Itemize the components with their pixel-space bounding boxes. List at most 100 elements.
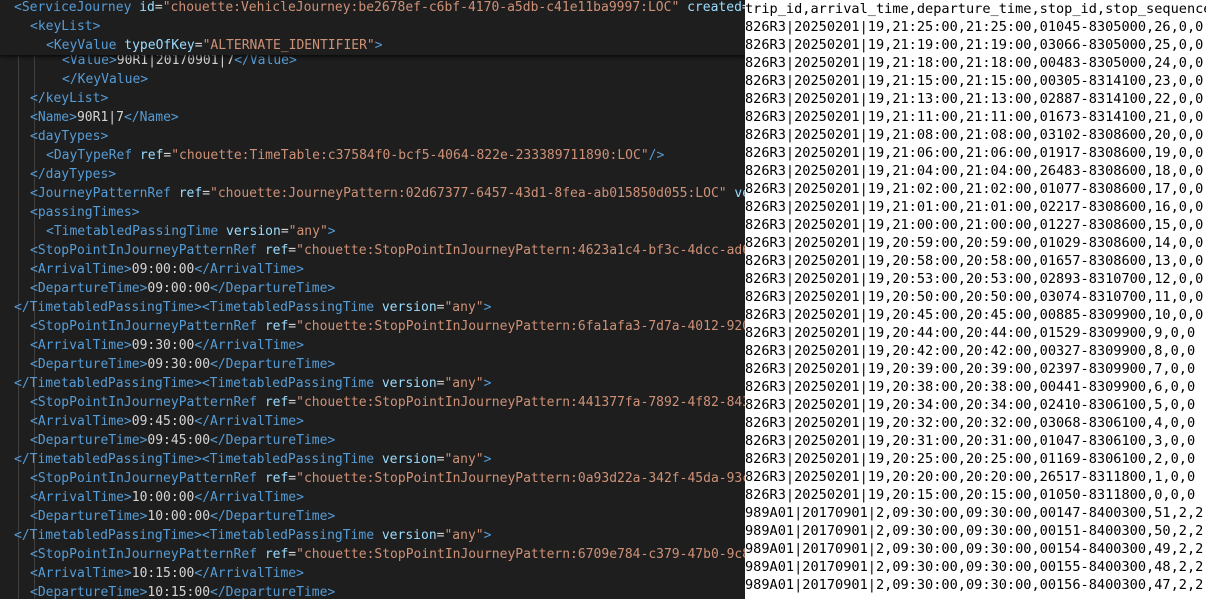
xml-token-attr: ref [264,547,289,562]
xml-token-tag: <ArrivalTime> [30,262,132,277]
csv-data-line: 826R3|20250201|19,21:08:00,21:08:00,0310… [745,127,1204,143]
xml-token-tag: </DepartureTime> [210,281,336,296]
csv-data-line: 826R3|20250201|19,20:32:00,20:32:00,0306… [745,415,1196,431]
xml-code-line: <DepartureTime>09:00:00</DepartureTime> [30,279,335,298]
xml-token-txt [374,300,382,315]
xml-token-txt: = [154,0,163,15]
xml-code-line: <Name>90R1|7</Name> [30,108,179,127]
xml-token-attr: id [139,0,155,15]
xml-token-attr: version [381,452,437,467]
xml-token-tag: <StopPointInJourneyPatternRef [30,395,257,410]
xml-token-tag: <ServiceJourney [14,0,132,15]
xml-token-txt: 90R1|7 [76,110,124,125]
xml-token-val: "any" [288,224,328,239]
xml-token-txt [374,452,382,467]
xml-token-tag: </ArrivalTime> [194,338,304,353]
csv-data-line: 826R3|20250201|19,21:04:00,21:04:00,2648… [745,163,1204,179]
xml-token-tag: </ArrivalTime> [194,262,304,277]
xml-token-val: "chouette:StopPointInJourneyPattern:6709… [296,547,745,562]
xml-token-tag: </KeyValue> [62,72,149,87]
csv-data-line: 826R3|20250201|19,21:02:00,21:02:00,0107… [745,181,1204,197]
xml-token-attr: version [381,528,437,543]
sticky-scroll-header[interactable]: <ServiceJourney id="chouette:VehicleJour… [0,0,745,55]
xml-token-tag: <StopPointInJourneyPatternRef [30,243,257,258]
xml-token-val: "chouette:StopPointInJourneyPattern:0a93… [296,471,745,486]
xml-token-val: "any" [444,300,484,315]
xml-code-line: </TimetabledPassingTime><TimetabledPassi… [14,450,491,469]
xml-token-val: "any" [444,452,484,467]
csv-text-pane[interactable]: trip_id,arrival_time,departure_time,stop… [745,0,1206,599]
csv-data-line: 826R3|20250201|19,20:15:00,20:15:00,0105… [745,487,1196,503]
xml-token-val: "any" [444,528,484,543]
csv-data-line: 826R3|20250201|19,21:25:00,21:25:00,0104… [745,19,1204,35]
sticky-header-line: <KeyValue typeOfKey="ALTERNATE_IDENTIFIE… [46,36,383,55]
xml-token-tag: </DepartureTime> [210,509,336,524]
csv-data-line: 826R3|20250201|19,20:31:00,20:31:00,0104… [745,433,1196,449]
xml-code-line: <DayTypeRef ref="chouette:TimeTable:c375… [46,146,664,165]
csv-data-line: 826R3|20250201|19,20:44:00,20:44:00,0152… [745,325,1196,341]
xml-token-tag: </ArrivalTime> [194,490,304,505]
xml-token-attr: typeOfKey [124,38,195,53]
xml-token-tag: <StopPointInJourneyPatternRef [30,471,257,486]
xml-token-txt [257,395,265,410]
xml-editor-pane[interactable]: <Value>90R1|20170901|7</Value> </KeyValue… [0,0,745,599]
xml-token-tag: <JourneyPatternRef [30,186,171,201]
csv-data-line: 826R3|20250201|19,20:45:00,20:45:00,0088… [745,307,1204,323]
csv-data-line: 826R3|20250201|19,20:20:00,20:20:00,2651… [745,469,1196,485]
xml-token-tag: <DepartureTime> [30,357,148,372]
xml-token-txt [218,224,226,239]
xml-code-line: <TimetabledPassingTime version="any"> [46,222,336,241]
csv-data-line: 826R3|20250201|19,21:11:00,21:11:00,0167… [745,109,1204,125]
xml-token-txt [374,376,382,391]
xml-token-val: "any" [444,376,484,391]
xml-token-txt: 09:45:00 [147,433,211,448]
xml-token-tag: </TimetabledPassingTime><TimetabledPassi… [14,376,375,391]
xml-token-tag: <StopPointInJourneyPatternRef [30,319,257,334]
xml-token-tag: </Name> [123,110,179,125]
xml-token-txt: = [288,471,297,486]
xml-code-line: <dayTypes> [30,127,108,146]
xml-code-line: </KeyValue> [62,70,148,89]
xml-token-txt [257,547,265,562]
xml-token-txt: 90R1|20170901|7 [116,53,235,68]
xml-code-line: <DepartureTime>09:30:00</DepartureTime> [30,355,335,374]
xml-token-tag: </Value> [234,53,297,68]
xml-token-tag: </DepartureTime> [210,433,336,448]
xml-token-tag: </ArrivalTime> [194,566,304,581]
xml-token-tag: </ArrivalTime> [194,414,304,429]
sticky-header-line: <ServiceJourney id="chouette:VehicleJour… [14,0,745,17]
xml-code-line: <ArrivalTime>09:30:00</ArrivalTime> [30,336,304,355]
xml-code-line: <JourneyPatternRef ref="chouette:Journey… [30,184,745,203]
csv-data-line: 826R3|20250201|19,20:38:00,20:38:00,0044… [745,379,1196,395]
xml-token-txt [171,186,179,201]
xml-token-attr: ref [264,319,289,334]
xml-token-tag: <KeyValue [46,38,117,53]
xml-token-tag: <TimetabledPassingTime [46,224,219,239]
xml-code-line: <StopPointInJourneyPatternRef ref="choue… [30,317,745,336]
xml-token-tag: <StopPointInJourneyPatternRef [30,547,257,562]
xml-token-tag: </TimetabledPassingTime><TimetabledPassi… [14,528,375,543]
xml-token-tag: </TimetabledPassingTime><TimetabledPassi… [14,452,375,467]
xml-token-tag: </DepartureTime> [210,357,336,372]
xml-token-txt [679,0,687,15]
xml-code-line: <passingTimes> [30,203,140,222]
csv-data-line: 826R3|20250201|19,21:13:00,21:13:00,0288… [745,91,1204,107]
xml-token-val: "chouette:StopPointInJourneyPattern:4623… [296,243,745,258]
xml-token-val: "chouette:JourneyPattern:02d67377-6457-4… [210,186,727,201]
csv-data-line: 989A01|20170901|2,09:30:00,09:30:00,0015… [745,559,1204,575]
xml-token-tag: > [327,224,336,239]
xml-code-line: </TimetabledPassingTime><TimetabledPassi… [14,298,491,317]
xml-token-txt: = [288,319,297,334]
csv-data-line: 826R3|20250201|19,21:06:00,21:06:00,0191… [745,145,1204,161]
xml-token-tag: > [483,452,492,467]
xml-token-attr: ref [139,148,164,163]
xml-code-line: <DepartureTime>10:00:00</DepartureTime> [30,507,335,526]
csv-header-line: trip_id,arrival_time,departure_time,stop… [745,1,1206,17]
csv-data-line: 826R3|20250201|19,21:18:00,21:18:00,0048… [745,55,1204,71]
xml-code-line: <ArrivalTime>09:00:00</ArrivalTime> [30,260,304,279]
xml-token-tag: <passingTimes> [30,205,140,220]
xml-token-txt: = [194,38,203,53]
xml-token-txt [132,148,140,163]
xml-code-line: </dayTypes> [30,165,116,184]
xml-token-attr: ref [264,395,289,410]
